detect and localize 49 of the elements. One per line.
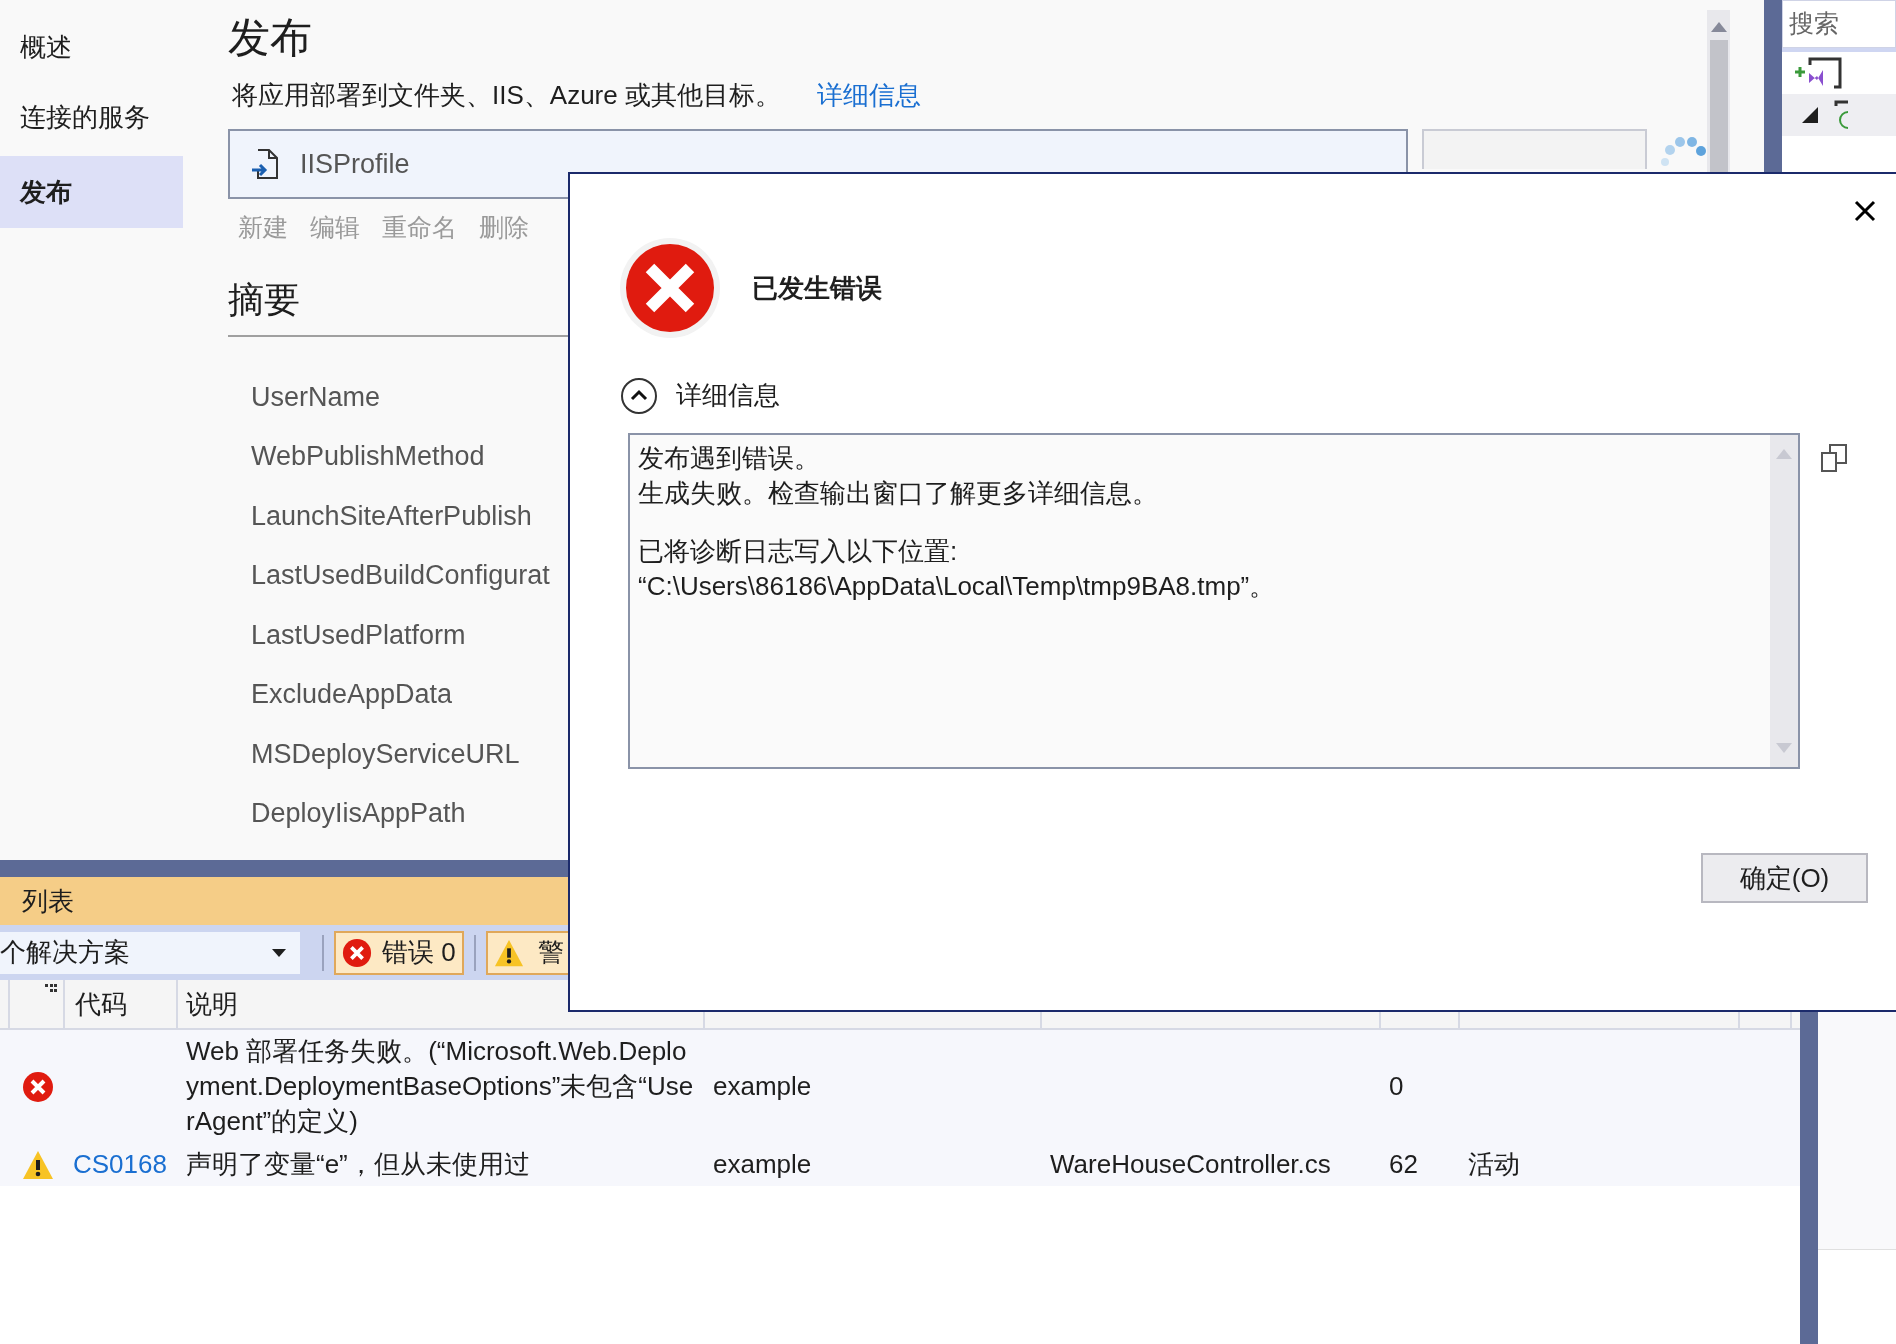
column-chooser-icon[interactable] (45, 984, 57, 994)
error-message-line: “C:\Users\86186\AppData\Local\Temp\tmp9BA8.tmp”。 (638, 570, 1276, 603)
error-message-line: 生成失败。检查输出窗口了解更多详细信息。 (638, 477, 1158, 510)
table-cell: 声明了变量“e”，但从未使用过 (186, 1149, 530, 1179)
ok-button[interactable]: 确定(O) (1701, 853, 1868, 903)
property-name: LastUsedPlatform (251, 618, 466, 652)
property-name: DeployIisAppPath (251, 797, 466, 830)
nav-item[interactable]: 概述 (0, 16, 183, 78)
scroll-up-arrow-icon[interactable] (1710, 22, 1727, 32)
dropdown-caret-icon (272, 948, 286, 957)
table-cell: WareHouseController.cs (1050, 1149, 1331, 1179)
publish-profile-icon (250, 148, 280, 180)
page-title: 发布 (228, 13, 313, 63)
details-link[interactable]: 详细信息 (816, 76, 921, 115)
error-message-line: 已将诊断日志写入以下位置: (638, 535, 958, 568)
publish-button[interactable] (1422, 129, 1647, 169)
web-project-icon (1834, 100, 1848, 130)
table-cell: 0 (1389, 1071, 1404, 1101)
property-name: ExcludeAppData (251, 678, 453, 711)
solution-icon (1792, 57, 1842, 89)
scope-dropdown[interactable]: 个解决方案 (0, 931, 300, 974)
table-cell: example (713, 1071, 812, 1101)
dialog-title: 已发生错误 (752, 271, 882, 305)
error-icon (21, 1070, 54, 1103)
property-name: WebPublishMethod (251, 440, 485, 473)
column-header[interactable]: 代码 (65, 980, 178, 1028)
description-text: 将应用部署到文件夹、IIS、Azure 或其他目标。 (232, 79, 781, 112)
errors-filter-button[interactable]: 错误 0 (334, 930, 464, 975)
error-icon (342, 937, 372, 968)
details-expander[interactable]: 详细信息 (620, 376, 1896, 415)
property-name: LastUsedBuildConfigurat (251, 559, 550, 592)
close-icon[interactable] (1854, 200, 1876, 222)
panel-title: 列表 (22, 884, 74, 918)
copy-icon[interactable] (1820, 443, 1848, 473)
error-icon (620, 238, 720, 338)
table-cell: example (713, 1149, 812, 1179)
nav-item[interactable]: 发布 (0, 156, 183, 228)
property-name: MSDeployServiceURL (251, 737, 520, 771)
nav-item[interactable]: 连接的服务 (0, 86, 183, 148)
property-name: LaunchSiteAfterPublish (251, 499, 532, 533)
collapse-triangle-icon[interactable] (1802, 107, 1818, 123)
error-message-line: 发布遇到错误。 (638, 442, 820, 475)
table-cell: 62 (1389, 1149, 1418, 1179)
details-text-box[interactable]: 发布遇到错误。 生成失败。检查输出窗口了解更多详细信息。 已将诊断日志写入以下位置: “C:\Users\86186\AppData\Local\Temp\tmp9BA8.tmp”。 (628, 433, 1800, 769)
error-code-link[interactable]: CS0168 (73, 1149, 167, 1179)
property-name: UserName (251, 380, 381, 414)
table-cell: Web 部署任务失败。(“Microsoft.Web.Deployment.DeploymentBaseOptions”未包含“UserAgent”的定义) (186, 1036, 694, 1136)
table-cell: 活动 (1468, 1149, 1520, 1179)
profile-name: IISProfile (300, 147, 410, 181)
